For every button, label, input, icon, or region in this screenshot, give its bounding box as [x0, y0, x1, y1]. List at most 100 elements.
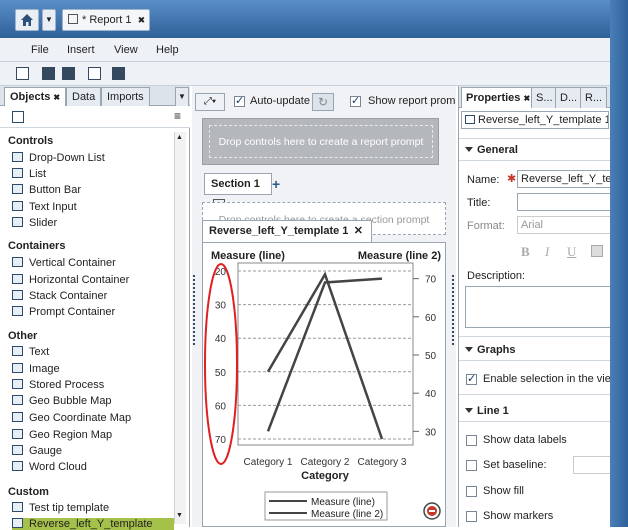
list-item-stack-container[interactable]: Stack Container: [12, 290, 107, 302]
general-header[interactable]: General: [465, 144, 518, 156]
enable-selection-label: Enable selection in the view: [483, 373, 619, 385]
chart-icon: [465, 115, 475, 124]
chevron-down-icon: ▼: [45, 15, 53, 24]
open-folder-icon[interactable]: [42, 67, 55, 80]
list-item-gauge[interactable]: Gauge: [12, 445, 62, 457]
chevron-up-icon[interactable]: ▲: [176, 134, 183, 141]
home-icon: [21, 14, 33, 26]
list-item-list[interactable]: List: [12, 168, 46, 180]
section-containers: Containers: [8, 240, 66, 252]
graphs-header[interactable]: Graphs: [465, 344, 516, 356]
close-icon[interactable]: ✕: [354, 221, 363, 241]
list-item-vertical-container[interactable]: Vertical Container: [12, 257, 116, 269]
line-chart[interactable]: Measure (line) Measure (line 2)2030405060…: [203, 243, 447, 528]
left-tick-label: 70: [215, 435, 227, 446]
name-input[interactable]: Reverse_left_Y_tem: [517, 170, 611, 188]
add-section-button[interactable]: +: [272, 176, 286, 192]
new-report-icon[interactable]: [16, 67, 29, 80]
chart-tab-label: Reverse_left_Y_template 1: [209, 225, 349, 237]
tab-objects[interactable]: Objects ✖: [4, 87, 67, 106]
list-item-test-tip-template[interactable]: Test tip template: [12, 502, 109, 514]
description-input[interactable]: [465, 286, 611, 328]
home-button[interactable]: [15, 9, 39, 31]
list-item-label: Text Input: [29, 201, 77, 213]
objects-scrollbar[interactable]: ▲ ▼: [174, 132, 186, 524]
set-baseline-checkbox[interactable]: [466, 460, 477, 471]
close-icon[interactable]: ✖: [53, 93, 60, 102]
list-item-button-bar[interactable]: Button Bar: [12, 184, 81, 196]
left-panel-toolbar: ≡: [0, 106, 190, 128]
right-tick-label: 30: [425, 427, 437, 438]
tab-properties[interactable]: Properties ✖: [461, 87, 536, 108]
divider: [459, 160, 611, 161]
description-label: Description:: [467, 270, 526, 282]
report-tab[interactable]: * Report 1 ✖: [62, 9, 150, 31]
close-icon[interactable]: ✖: [138, 15, 146, 25]
tab-data[interactable]: Data: [66, 87, 102, 106]
tab-styles[interactable]: S...: [531, 87, 558, 108]
title-input[interactable]: [517, 193, 611, 211]
plot-area: [237, 262, 414, 446]
report-prompt-dropzone[interactable]: Drop controls here to create a report pr…: [209, 125, 433, 158]
show-data-labels-checkbox[interactable]: [466, 435, 477, 446]
bold-button[interactable]: B: [521, 244, 530, 260]
text-color-icon[interactable]: [591, 245, 603, 257]
section-tab[interactable]: Section 1 ▼: [204, 173, 272, 210]
full-screen-icon[interactable]: [112, 67, 125, 80]
list-item-text[interactable]: Text: [12, 346, 49, 358]
menu-view[interactable]: View: [114, 44, 138, 56]
list-item-image[interactable]: Image: [12, 363, 60, 375]
chart-container[interactable]: Measure (line) Measure (line 2) 20 30 40 50 60…: [202, 242, 446, 527]
filter-icon[interactable]: ≡: [174, 109, 181, 123]
menu-insert[interactable]: Insert: [67, 44, 95, 56]
refresh-button[interactable]: ↻: [312, 93, 334, 111]
left-splitter[interactable]: [193, 275, 198, 345]
tab-roles[interactable]: R...: [580, 87, 608, 108]
menu-help[interactable]: Help: [156, 44, 179, 56]
print-icon[interactable]: [88, 67, 101, 80]
list-item-text-input[interactable]: Text Input: [12, 201, 77, 213]
line1-header[interactable]: Line 1: [465, 405, 509, 417]
list-item-horizontal-container[interactable]: Horizontal Container: [12, 274, 129, 286]
list-item-reverse-left-y-template[interactable]: Reverse_left_Y_template: [12, 518, 174, 530]
save-icon[interactable]: [62, 67, 75, 80]
enable-selection-checkbox[interactable]: [466, 372, 477, 385]
list-item-geo-coordinate-map[interactable]: Geo Coordinate Map: [12, 412, 131, 424]
menu-file[interactable]: File: [31, 44, 49, 56]
object-selector[interactable]: Reverse_left_Y_template 1: [461, 111, 609, 129]
panel-menu-button[interactable]: ▼: [175, 87, 189, 106]
export-icon[interactable]: [12, 111, 24, 123]
close-icon[interactable]: ✖: [523, 94, 530, 103]
expand-icon: ⤢▾: [203, 96, 217, 107]
home-dropdown-button[interactable]: ▼: [42, 9, 56, 31]
list-item-stored-process[interactable]: Stored Process: [12, 379, 104, 391]
chevron-down-icon[interactable]: ▼: [176, 512, 183, 519]
show-fill-checkbox[interactable]: [466, 486, 477, 497]
italic-button[interactable]: I: [545, 244, 549, 260]
x-axis-title: Category: [301, 470, 350, 482]
show-prompt-checkbox[interactable]: [350, 94, 361, 107]
underline-button[interactable]: U: [567, 244, 576, 260]
auto-update-label: Auto-update: [250, 95, 310, 107]
list-item-slider[interactable]: Slider: [12, 217, 57, 229]
list-item-geo-region-map[interactable]: Geo Region Map: [12, 429, 112, 441]
list-item-dropdown[interactable]: Drop-Down List: [12, 152, 105, 164]
zoom-fit-button[interactable]: ⤢▾: [195, 93, 225, 111]
show-markers-checkbox[interactable]: [466, 511, 477, 522]
chart-tab[interactable]: Reverse_left_Y_template 1 ✕: [202, 220, 372, 242]
right-splitter[interactable]: [452, 275, 457, 345]
tab-imports[interactable]: Imports: [101, 87, 150, 106]
list-item-prompt-container[interactable]: Prompt Container: [12, 306, 115, 318]
report-icon: [68, 14, 78, 24]
font-select[interactable]: Arial: [517, 216, 611, 234]
report-prompt-area[interactable]: Drop controls here to create a report pr…: [202, 118, 439, 165]
list-item-geo-bubble-map[interactable]: Geo Bubble Map: [12, 395, 112, 407]
baseline-input[interactable]: [573, 456, 611, 474]
tab-display-rules[interactable]: D...: [555, 87, 583, 108]
section-other: Other: [8, 330, 38, 342]
list-item-word-cloud[interactable]: Word Cloud: [12, 461, 87, 473]
tab-display-rules-label: D...: [560, 92, 578, 104]
list-item-label: Geo Region Map: [29, 429, 113, 441]
auto-update-checkbox[interactable]: [234, 94, 245, 107]
line1-header-label: Line 1: [477, 405, 509, 417]
